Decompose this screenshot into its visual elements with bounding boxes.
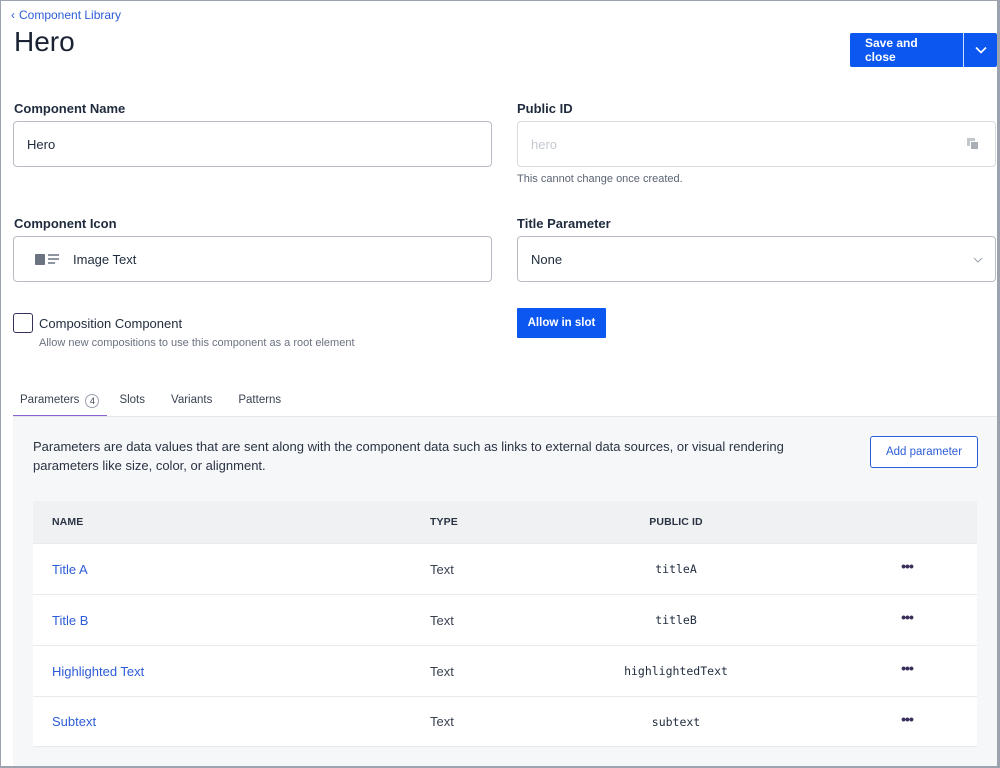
- table-row: Subtext Text subtext •••: [33, 696, 977, 747]
- public-id-placeholder: hero: [531, 136, 558, 152]
- chevron-left-icon: ‹: [11, 8, 15, 22]
- table-row: Highlighted Text Text highlightedText ••…: [33, 645, 977, 696]
- tab-bar: Parameters 4 Slots Variants Patterns: [13, 389, 300, 417]
- component-name-value: Hero: [27, 136, 56, 152]
- parameter-type: Text: [430, 612, 454, 628]
- save-options-dropdown[interactable]: [964, 33, 997, 67]
- component-icon-label: Component Icon: [14, 216, 117, 231]
- parameters-panel: Parameters are data values that are sent…: [13, 417, 997, 766]
- parameter-type: Text: [430, 561, 454, 577]
- composition-component-label: Composition Component: [39, 316, 183, 331]
- column-header-type[interactable]: TYPE: [411, 516, 541, 528]
- parameter-public-id: highlightedText: [624, 664, 728, 678]
- breadcrumb-label: Component Library: [19, 8, 122, 22]
- component-name-input[interactable]: Hero: [13, 121, 492, 167]
- save-and-close-button[interactable]: Save and close: [850, 33, 963, 67]
- tab-patterns[interactable]: Patterns: [231, 389, 288, 417]
- breadcrumb-back-link[interactable]: ‹ Component Library: [11, 8, 121, 22]
- composition-component-checkbox[interactable]: [13, 313, 33, 333]
- tab-label: Parameters: [20, 394, 80, 406]
- parameter-name-link[interactable]: Highlighted Text: [52, 664, 144, 679]
- parameter-type: Text: [430, 663, 454, 679]
- parameter-name-link[interactable]: Title B: [52, 613, 88, 628]
- more-horizontal-icon[interactable]: •••: [901, 661, 914, 675]
- component-icon-value: Image Text: [73, 251, 137, 267]
- column-header-name[interactable]: NAME: [33, 516, 411, 528]
- more-horizontal-icon[interactable]: •••: [901, 712, 914, 726]
- parameter-name-link[interactable]: Title A: [52, 562, 88, 577]
- parameters-table: NAME TYPE PUBLIC ID Title A Text titleA …: [33, 501, 977, 747]
- column-header-public-id[interactable]: PUBLIC ID: [541, 516, 811, 528]
- tab-parameters[interactable]: Parameters 4: [13, 389, 108, 417]
- title-parameter-select[interactable]: None: [517, 236, 996, 282]
- title-parameter-value: None: [531, 251, 563, 267]
- public-id-hint: This cannot change once created.: [517, 173, 683, 185]
- public-id-input[interactable]: hero: [517, 121, 996, 167]
- more-horizontal-icon[interactable]: •••: [901, 559, 914, 573]
- more-horizontal-icon[interactable]: •••: [901, 610, 914, 624]
- add-parameter-button[interactable]: Add parameter: [870, 436, 978, 468]
- composition-component-description: Allow new compositions to use this compo…: [39, 337, 355, 349]
- tab-slots[interactable]: Slots: [112, 389, 152, 417]
- component-icon-select[interactable]: Image Text: [13, 236, 492, 282]
- tab-label: Patterns: [238, 394, 282, 406]
- image-text-icon: [35, 253, 59, 265]
- parameters-count-badge: 4: [85, 394, 100, 408]
- parameter-public-id: subtext: [651, 714, 701, 729]
- tab-label: Variants: [171, 394, 213, 406]
- chevron-down-icon: [974, 46, 987, 54]
- parameters-description: Parameters are data values that are sent…: [33, 439, 784, 473]
- component-name-label: Component Name: [14, 101, 126, 116]
- save-split-button: Save and close: [850, 33, 997, 67]
- parameter-public-id: titleA: [655, 562, 697, 576]
- copy-icon[interactable]: [967, 138, 979, 150]
- page-title: Hero: [14, 26, 75, 57]
- allow-in-slot-button[interactable]: Allow in slot: [517, 308, 606, 338]
- table-row: Title B Text titleB •••: [33, 594, 977, 645]
- split-divider: [963, 33, 964, 67]
- tab-label: Slots: [119, 394, 146, 406]
- table-row: Title A Text titleA •••: [33, 543, 977, 594]
- parameter-public-id: titleB: [655, 613, 697, 627]
- chevron-down-icon: [973, 257, 983, 263]
- public-id-label: Public ID: [517, 101, 573, 116]
- parameter-name-link[interactable]: Subtext: [52, 714, 96, 729]
- parameter-type: Text: [430, 714, 454, 729]
- table-header: NAME TYPE PUBLIC ID: [33, 501, 977, 543]
- tab-variants[interactable]: Variants: [164, 389, 219, 417]
- title-parameter-label: Title Parameter: [517, 216, 611, 231]
